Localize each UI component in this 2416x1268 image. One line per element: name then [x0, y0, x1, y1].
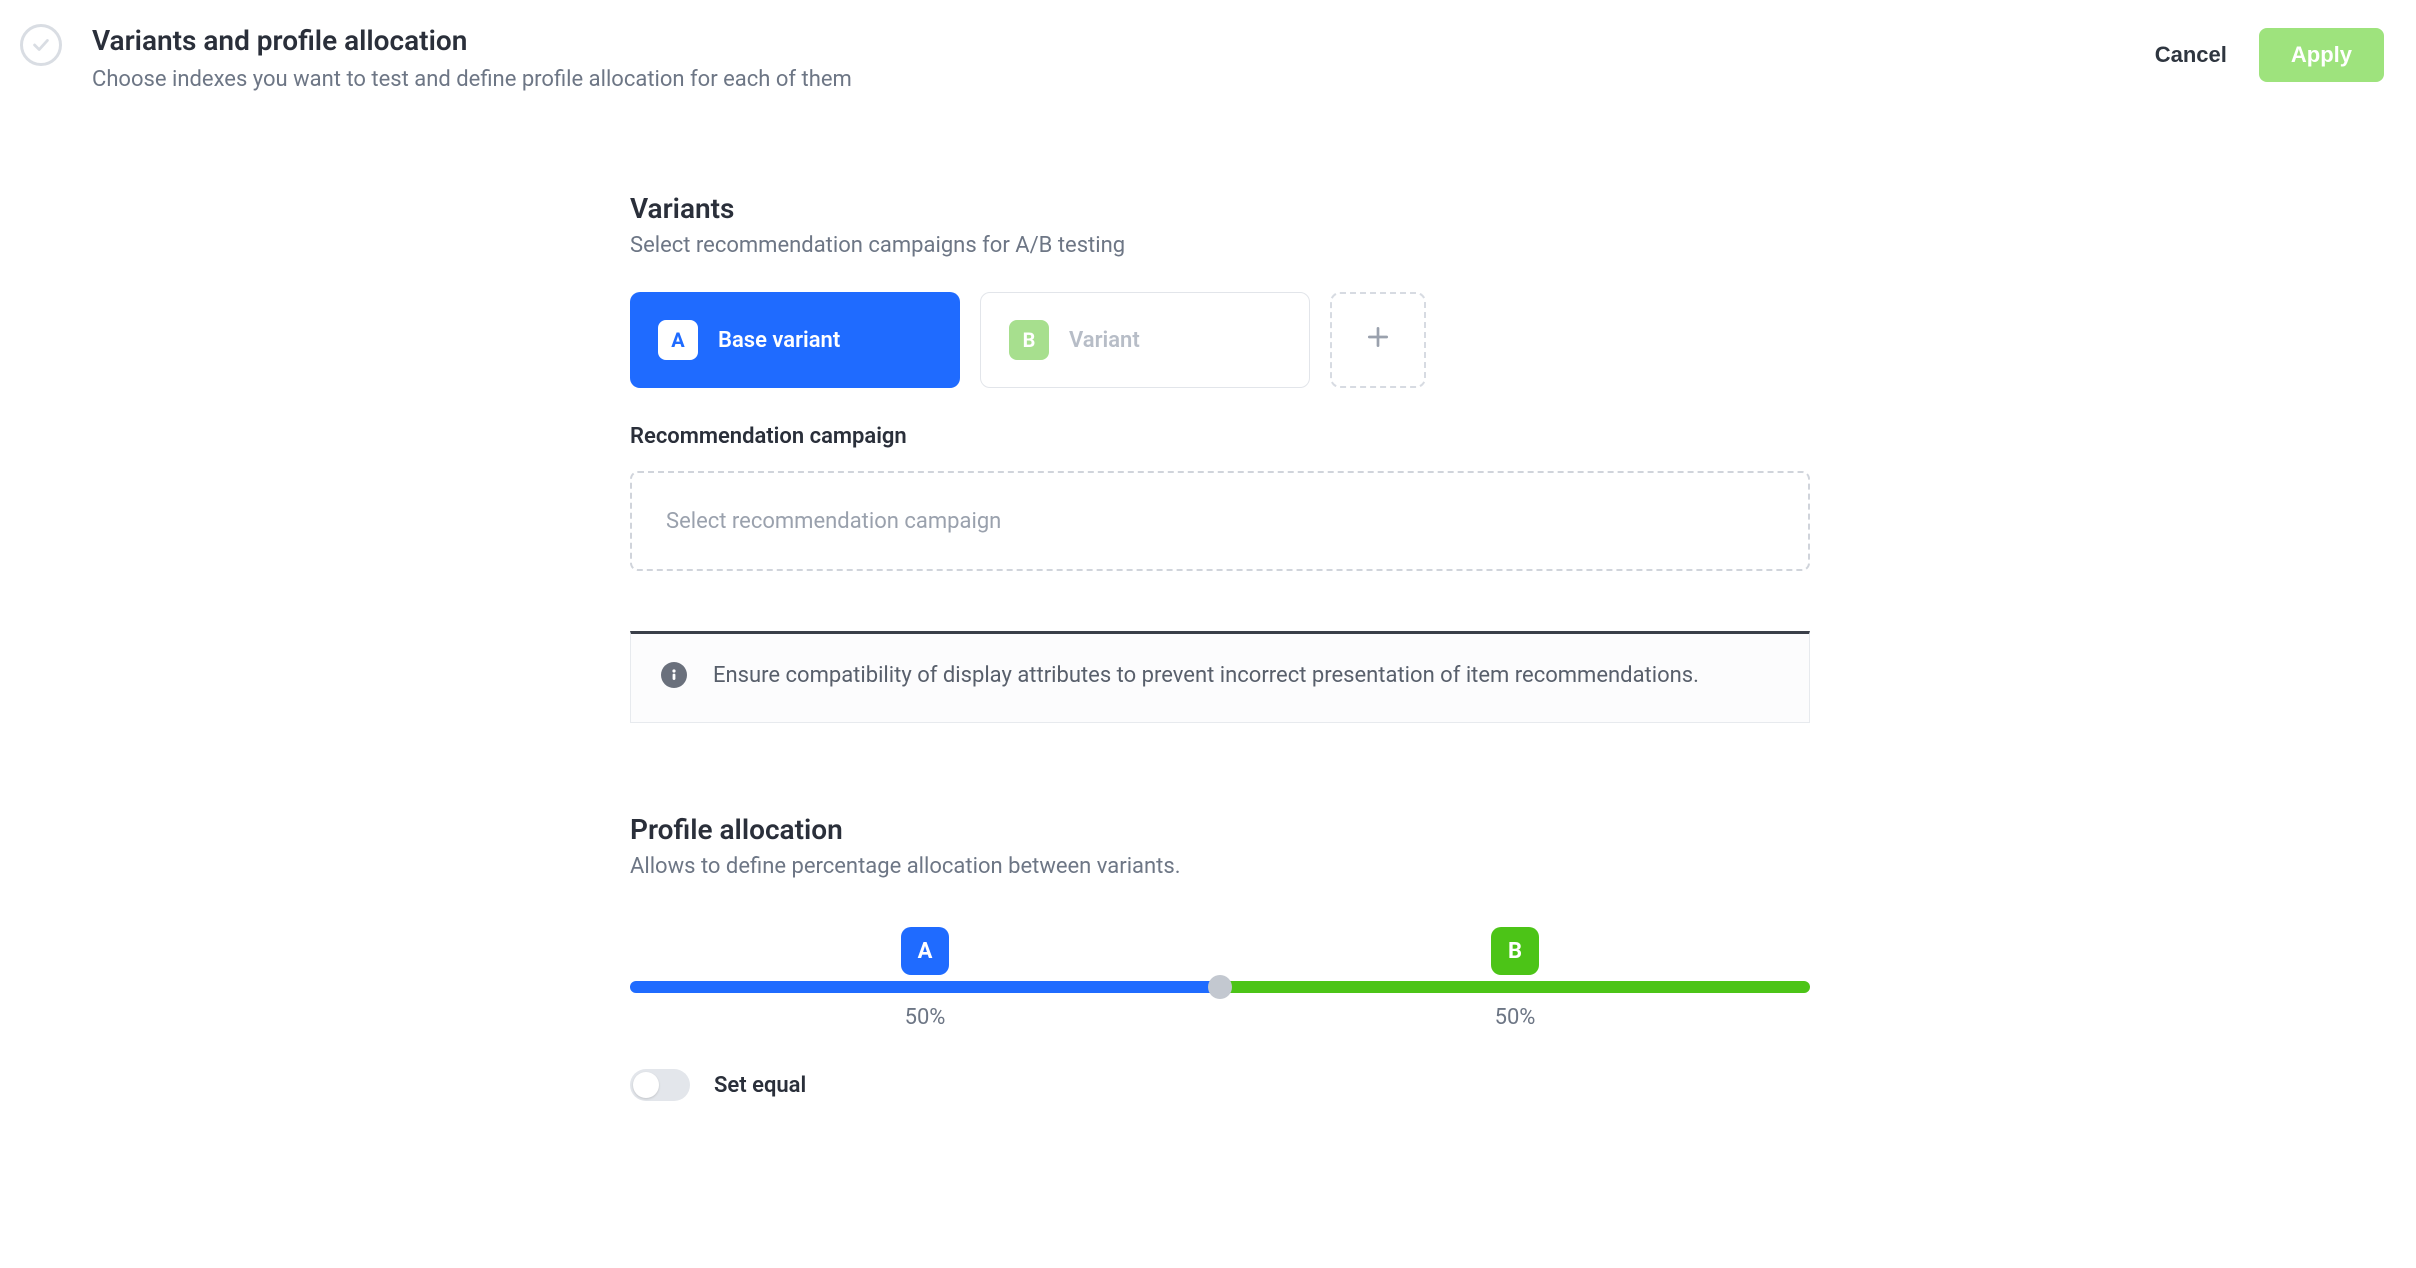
campaign-placeholder: Select recommendation campaign — [666, 509, 1001, 534]
page-title: Variants and profile allocation — [92, 24, 2121, 57]
allocation-track-a — [630, 981, 1220, 993]
allocation-badge-a: A — [901, 927, 949, 975]
allocation-subtitle: Allows to define percentage allocation b… — [630, 854, 1810, 879]
variant-badge-a: A — [658, 320, 698, 360]
variant-chip-a[interactable]: A Base variant — [630, 292, 960, 388]
step-check-icon — [20, 24, 62, 66]
variant-badge-b: B — [1009, 320, 1049, 360]
set-equal-label: Set equal — [714, 1073, 806, 1098]
campaign-select[interactable]: Select recommendation campaign — [630, 471, 1810, 571]
apply-button[interactable]: Apply — [2259, 28, 2384, 82]
allocation-slider[interactable]: A B 50% 50% — [630, 939, 1810, 999]
variants-row: A Base variant B Variant — [630, 292, 1810, 388]
variant-label-a: Base variant — [718, 328, 840, 353]
info-icon — [661, 662, 687, 688]
set-equal-toggle[interactable] — [630, 1069, 690, 1101]
plus-icon — [1365, 324, 1391, 356]
allocation-thumb[interactable] — [1208, 975, 1232, 999]
allocation-title: Profile allocation — [630, 813, 1810, 846]
page-subtitle: Choose indexes you want to test and defi… — [92, 67, 2121, 92]
info-text: Ensure compatibility of display attribut… — [713, 658, 1699, 694]
allocation-track-b — [1220, 981, 1810, 993]
campaign-label: Recommendation campaign — [630, 424, 1810, 449]
allocation-pct-b: 50% — [1495, 1005, 1536, 1030]
allocation-pct-a: 50% — [905, 1005, 946, 1030]
variants-subtitle: Select recommendation campaigns for A/B … — [630, 233, 1810, 258]
toggle-knob — [633, 1072, 659, 1098]
allocation-badge-b: B — [1491, 927, 1539, 975]
variant-chip-b[interactable]: B Variant — [980, 292, 1310, 388]
cancel-button[interactable]: Cancel — [2151, 34, 2231, 76]
add-variant-button[interactable] — [1330, 292, 1426, 388]
variants-title: Variants — [630, 192, 1810, 225]
info-banner: Ensure compatibility of display attribut… — [630, 631, 1810, 723]
variant-label-b: Variant — [1069, 328, 1140, 353]
